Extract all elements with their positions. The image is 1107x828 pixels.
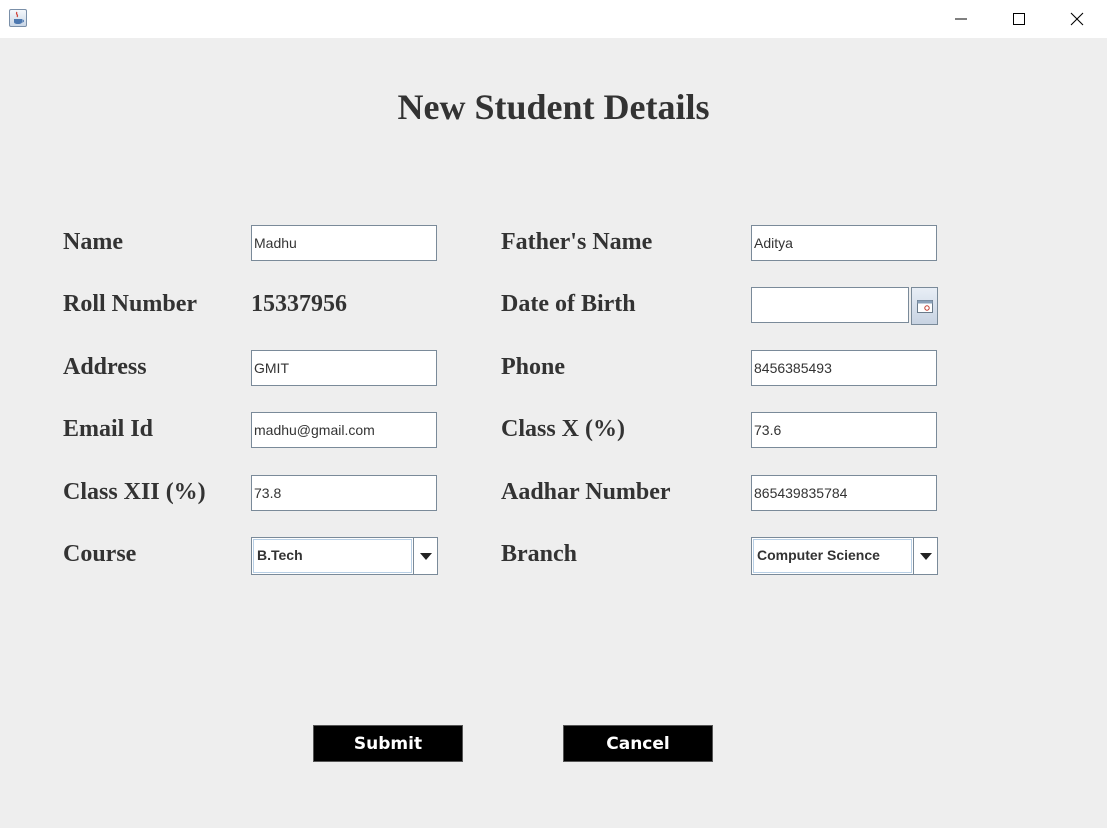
window-titlebar[interactable] (0, 0, 1107, 38)
close-icon (1070, 12, 1084, 26)
email-field[interactable] (251, 412, 437, 448)
branch-selected-value[interactable]: Computer Science (753, 539, 912, 573)
address-label: Address (63, 354, 147, 380)
branch-dropdown[interactable]: Computer Science (751, 537, 938, 575)
maximize-icon (1013, 13, 1025, 25)
minimize-button[interactable] (932, 0, 990, 38)
name-field[interactable] (251, 225, 437, 261)
close-button[interactable] (1048, 0, 1106, 38)
maximize-button[interactable] (990, 0, 1048, 38)
roll-number-label: Roll Number (63, 291, 197, 317)
aadhar-field[interactable] (751, 475, 937, 511)
course-label: Course (63, 541, 137, 567)
course-selected-value[interactable]: B.Tech (253, 539, 412, 573)
name-label: Name (63, 229, 123, 255)
chevron-down-icon (920, 553, 932, 560)
date-picker-button[interactable] (911, 287, 938, 325)
branch-label: Branch (501, 541, 578, 567)
email-label: Email Id (63, 416, 154, 442)
calendar-icon (917, 300, 933, 313)
class-xii-field[interactable] (251, 475, 437, 511)
fathers-name-field[interactable] (751, 225, 937, 261)
fathers-name-label: Father's Name (501, 229, 653, 255)
class-x-label: Class X (%) (501, 416, 625, 442)
roll-number-value: 15337956 (251, 291, 347, 317)
phone-field[interactable] (751, 350, 937, 386)
java-cup-icon[interactable] (9, 9, 27, 27)
address-field[interactable] (251, 350, 437, 386)
date-of-birth-label: Date of Birth (501, 291, 636, 317)
date-of-birth-field[interactable] (751, 287, 909, 323)
page-title: New Student Details (397, 87, 710, 127)
phone-label: Phone (501, 354, 566, 380)
cancel-button[interactable]: Cancel (563, 725, 713, 762)
course-dropdown-arrow[interactable] (413, 538, 437, 574)
class-x-field[interactable] (751, 412, 937, 448)
branch-dropdown-arrow[interactable] (913, 538, 937, 574)
course-dropdown[interactable]: B.Tech (251, 537, 438, 575)
chevron-down-icon (420, 553, 432, 560)
aadhar-label: Aadhar Number (501, 479, 671, 505)
submit-button[interactable]: Submit (313, 725, 463, 762)
minimize-icon (955, 18, 967, 20)
class-xii-label: Class XII (%) (63, 479, 206, 505)
